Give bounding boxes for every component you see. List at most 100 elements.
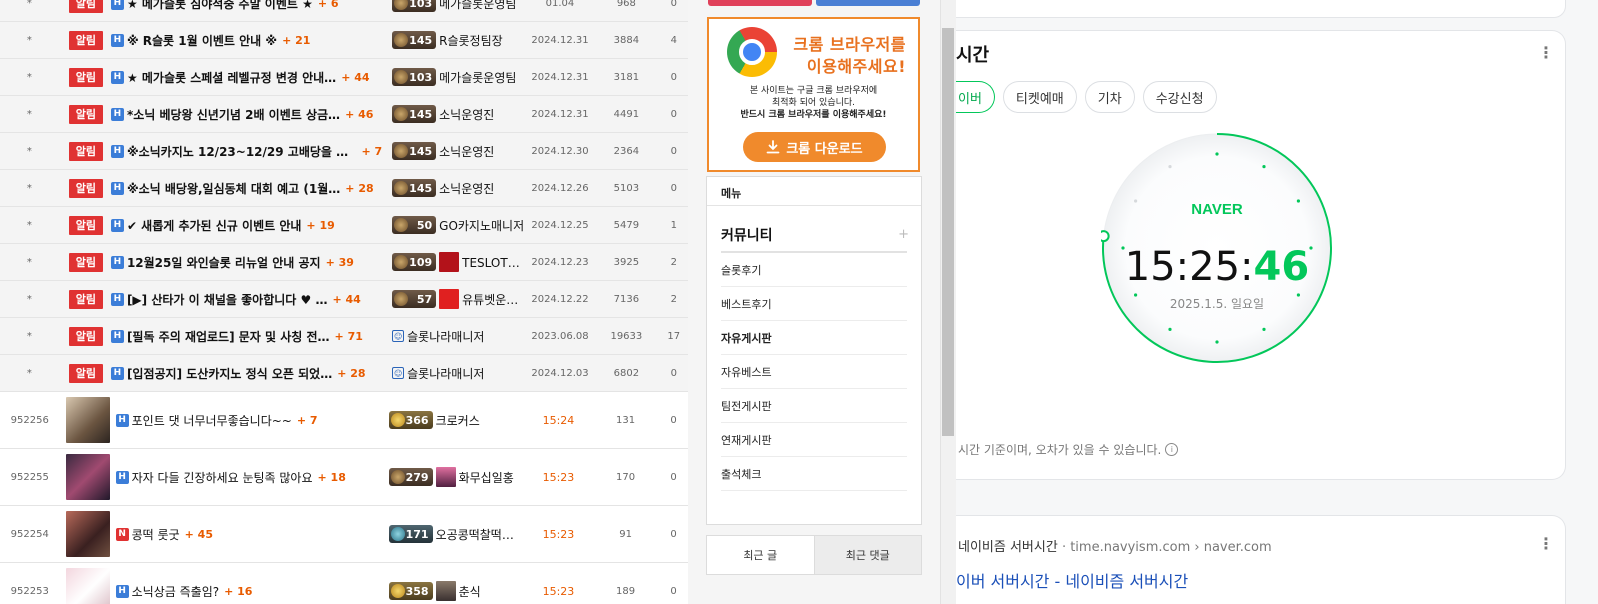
author-name[interactable]: 소닉운영진 bbox=[439, 106, 494, 123]
post-title[interactable]: [▶] 산타가 이 채널을 좋아합니다 ♥ … bbox=[127, 291, 328, 308]
notice-row[interactable]: * 알림 H ★ 메가슬롯 심야적중 주말 이벤트 ★ + 6 103 메가슬롯운영팀 01.… bbox=[0, 0, 688, 22]
post-title[interactable]: 12월25일 와인슬롯 리뉴얼 안내 공지 bbox=[127, 254, 321, 271]
chip-train[interactable]: 기차 bbox=[1084, 81, 1135, 113]
post-title[interactable]: ✔ 새롭게 추가된 신규 이벤트 안내 bbox=[127, 217, 301, 234]
result-title-link[interactable]: 이버 서버시간 - 네이비즘 서버시간 bbox=[956, 568, 1188, 592]
author-name[interactable]: TESLOT운… bbox=[462, 254, 527, 271]
author-name[interactable]: 크로커스 bbox=[436, 412, 480, 429]
post-title-cell[interactable]: H ※소닉 배당왕,일심동체 대회 예고 (1월… + 28 bbox=[110, 180, 382, 197]
author-name[interactable]: 소닉운영진 bbox=[439, 143, 494, 160]
author-name[interactable]: 유튜벳운… bbox=[462, 291, 518, 308]
top-button-right[interactable] bbox=[816, 0, 920, 6]
menu-item[interactable]: 자유게시판 bbox=[721, 321, 907, 355]
notice-row[interactable]: * 알림 H [▶] 산타가 이 채널을 좋아합니다 ♥ … + 44 57 유튜벳운… 20… bbox=[0, 281, 688, 318]
chip-naver[interactable]: 이버 bbox=[956, 81, 995, 113]
notice-row[interactable]: * 알림 H *소닉 베당왕 신년기념 2배 이벤트 상금… + 46 145 소닉운영진 2… bbox=[0, 96, 688, 133]
post-title-cell[interactable]: H *소닉 베당왕 신년기념 2배 이벤트 상금… + 46 bbox=[110, 106, 382, 123]
post-title[interactable]: [입점공지] 도산카지노 정식 오픈 되었… bbox=[127, 365, 332, 382]
table-row[interactable]: 952254 N 콩떡 룻굿 + 45 171 오공콩떡찰떡… 15:23 91 0 bbox=[0, 506, 688, 563]
notice-row[interactable]: * 알림 H [필독 주의 재업로드] 문자 및 사칭 전… + 71 ☺ 슬롯나라매니저 2… bbox=[0, 318, 688, 355]
author-name[interactable]: 춘식 bbox=[459, 583, 481, 600]
author-name[interactable]: 메가슬롯운영팀 bbox=[439, 0, 516, 12]
author-cell[interactable]: 57 유튜벳운… bbox=[392, 289, 527, 309]
post-thumbnail[interactable] bbox=[65, 454, 110, 500]
post-title[interactable]: ★ 메가슬롯 스페셜 레벨규정 변경 안내… bbox=[127, 69, 336, 86]
post-title-cell[interactable]: H 자자 다들 긴장하세요 눈팅족 많아요 + 18 bbox=[115, 469, 379, 486]
post-thumbnail[interactable] bbox=[65, 511, 110, 557]
post-title-cell[interactable]: H 소닉상금 즉출임? + 16 bbox=[115, 583, 379, 600]
author-cell[interactable]: 171 오공콩떡찰떡… bbox=[388, 525, 525, 543]
author-cell[interactable]: 145 소닉운영진 bbox=[392, 142, 527, 160]
post-title-cell[interactable]: H ★ 메가슬롯 스페셜 레벨규정 변경 안내… + 44 bbox=[110, 69, 382, 86]
result-more-options-icon[interactable]: ⋮ bbox=[1538, 536, 1554, 552]
post-title[interactable]: ★ 메가슬롯 심야적중 주말 이벤트 ★ bbox=[127, 0, 313, 12]
post-title-cell[interactable]: H ✔ 새롭게 추가된 신규 이벤트 안내 + 19 bbox=[110, 217, 382, 234]
post-title-cell[interactable]: H ★ 메가슬롯 심야적중 주말 이벤트 ★ + 6 bbox=[110, 0, 382, 12]
chip-course-registration[interactable]: 수강신청 bbox=[1142, 81, 1217, 113]
author-name[interactable]: GO카지노매니저 bbox=[439, 217, 524, 234]
author-name[interactable]: 슬롯나라매니저 bbox=[407, 365, 484, 382]
table-row[interactable]: 952253 H 소닉상금 즉출임? + 16 358 춘식 15:23 189 0 bbox=[0, 563, 688, 604]
top-button-left[interactable] bbox=[708, 0, 812, 6]
post-title-cell[interactable]: H 12월25일 와인슬롯 리뉴얼 안내 공지 + 39 bbox=[110, 254, 382, 271]
author-name[interactable]: 메가슬롯운영팀 bbox=[439, 69, 516, 86]
notice-row[interactable]: * 알림 H [입점공지] 도산카지노 정식 오픈 되었… + 28 ☺ 슬롯나라매니저 20… bbox=[0, 355, 688, 392]
post-title[interactable]: *소닉 베당왕 신년기념 2배 이벤트 상금… bbox=[127, 106, 340, 123]
post-thumbnail[interactable] bbox=[65, 397, 110, 443]
info-icon[interactable]: i bbox=[1165, 443, 1179, 456]
notice-row[interactable]: * 알림 H ※소닉 배당왕,일심동체 대회 예고 (1월… + 28 145 소닉운영진 2… bbox=[0, 170, 688, 207]
author-cell[interactable]: 366 크로커스 bbox=[388, 411, 525, 429]
menu-category-community[interactable]: 커뮤니티 bbox=[721, 225, 773, 245]
result-source[interactable]: 네이비즘 서버시간 · time.navyism.com › naver.com bbox=[958, 536, 1272, 555]
chrome-browser-ad[interactable]: 크롬 브라우저를 이용해주세요! 본 사이트는 구글 크롬 브라우저에 최적화 … bbox=[707, 17, 920, 172]
notice-row[interactable]: * 알림 H ※ R슬롯 1월 이벤트 안내 ※ + 21 145 R슬롯정팀장 2024.1… bbox=[0, 22, 688, 59]
menu-item[interactable]: 출석체크 bbox=[721, 457, 907, 491]
post-title[interactable]: 포인트 댓 너무너무좋습니다~~ bbox=[132, 412, 292, 429]
author-cell[interactable]: 279 화무십일홍 bbox=[388, 467, 525, 487]
notice-row[interactable]: * 알림 H ★ 메가슬롯 스페셜 레벨규정 변경 안내… + 44 103 메가슬롯운영팀… bbox=[0, 59, 688, 96]
scrollbar-thumb[interactable] bbox=[942, 28, 954, 436]
author-cell[interactable]: 145 소닉운영진 bbox=[392, 179, 527, 197]
chip-ticket[interactable]: 티켓예매 bbox=[1002, 81, 1077, 113]
author-cell[interactable]: 109 TESLOT운… bbox=[392, 252, 527, 272]
menu-item[interactable]: 연재게시판 bbox=[721, 423, 907, 457]
post-title[interactable]: ※소닉 배당왕,일심동체 대회 예고 (1월… bbox=[127, 180, 340, 197]
author-name[interactable]: R슬롯정팀장 bbox=[439, 32, 503, 49]
author-cell[interactable]: ☺ 슬롯나라매니저 bbox=[392, 328, 527, 345]
post-title-cell[interactable]: N 콩떡 룻굿 + 45 bbox=[115, 526, 379, 543]
category-expand-icon[interactable]: + bbox=[898, 227, 909, 242]
post-title[interactable]: [필독 주의 재업로드] 문자 및 사칭 전… bbox=[127, 328, 330, 345]
post-title-cell[interactable]: H [▶] 산타가 이 채널을 좋아합니다 ♥ … + 44 bbox=[110, 291, 382, 308]
tab-recent-comments[interactable]: 최근 댓글 bbox=[813, 536, 921, 574]
author-cell[interactable]: 145 소닉운영진 bbox=[392, 105, 527, 123]
more-options-icon[interactable]: ⋮ bbox=[1538, 45, 1554, 61]
menu-item[interactable]: 베스트후기 bbox=[721, 287, 907, 321]
author-cell[interactable]: 145 R슬롯정팀장 bbox=[392, 31, 527, 49]
notice-row[interactable]: * 알림 H ✔ 새롭게 추가된 신규 이벤트 안내 + 19 50 GO카지노매니저 202… bbox=[0, 207, 688, 244]
menu-item[interactable]: 팀전게시판 bbox=[721, 389, 907, 423]
post-title[interactable]: 자자 다들 긴장하세요 눈팅족 많아요 bbox=[132, 469, 313, 486]
table-row[interactable]: 952255 H 자자 다들 긴장하세요 눈팅족 많아요 + 18 279 화무십일홍 15… bbox=[0, 449, 688, 506]
post-title[interactable]: ※ R슬롯 1월 이벤트 안내 ※ bbox=[127, 32, 277, 49]
post-title[interactable]: 콩떡 룻굿 bbox=[132, 526, 180, 543]
table-row[interactable]: 952256 H 포인트 댓 너무너무좋습니다~~ + 7 366 크로커스 15:24 13… bbox=[0, 392, 688, 449]
post-title[interactable]: 소닉상금 즉출임? bbox=[132, 583, 219, 600]
author-name[interactable]: 소닉운영진 bbox=[439, 180, 494, 197]
post-title-cell[interactable]: H [필독 주의 재업로드] 문자 및 사칭 전… + 71 bbox=[110, 328, 382, 345]
author-name[interactable]: 오공콩떡찰떡… bbox=[436, 526, 514, 543]
notice-row[interactable]: * 알림 H ※소닉카지노 12/23~12/29 고배당을 노… + 7 145 소닉운영… bbox=[0, 133, 688, 170]
post-title-cell[interactable]: H [입점공지] 도산카지노 정식 오픈 되었… + 28 bbox=[110, 365, 382, 382]
post-title-cell[interactable]: H ※ R슬롯 1월 이벤트 안내 ※ + 21 bbox=[110, 32, 382, 49]
post-title-cell[interactable]: H 포인트 댓 너무너무좋습니다~~ + 7 bbox=[115, 412, 379, 429]
notice-row[interactable]: * 알림 H 12월25일 와인슬롯 리뉴얼 안내 공지 + 39 109 TESLOT운…… bbox=[0, 244, 688, 281]
menu-item[interactable]: 자유베스트 bbox=[721, 355, 907, 389]
author-cell[interactable]: 103 메가슬롯운영팀 bbox=[392, 0, 527, 12]
post-thumbnail[interactable] bbox=[65, 568, 110, 604]
post-title-cell[interactable]: H ※소닉카지노 12/23~12/29 고배당을 노… + 7 bbox=[110, 143, 382, 160]
post-title[interactable]: ※소닉카지노 12/23~12/29 고배당을 노… bbox=[127, 143, 357, 160]
author-cell[interactable]: 50 GO카지노매니저 bbox=[392, 216, 527, 234]
chrome-download-button[interactable]: 크롬 다운로드 bbox=[743, 132, 886, 162]
menu-item[interactable]: 슬롯후기 bbox=[721, 253, 907, 287]
tab-recent-posts[interactable]: 최근 글 bbox=[707, 536, 814, 574]
author-cell[interactable]: 103 메가슬롯운영팀 bbox=[392, 68, 527, 86]
